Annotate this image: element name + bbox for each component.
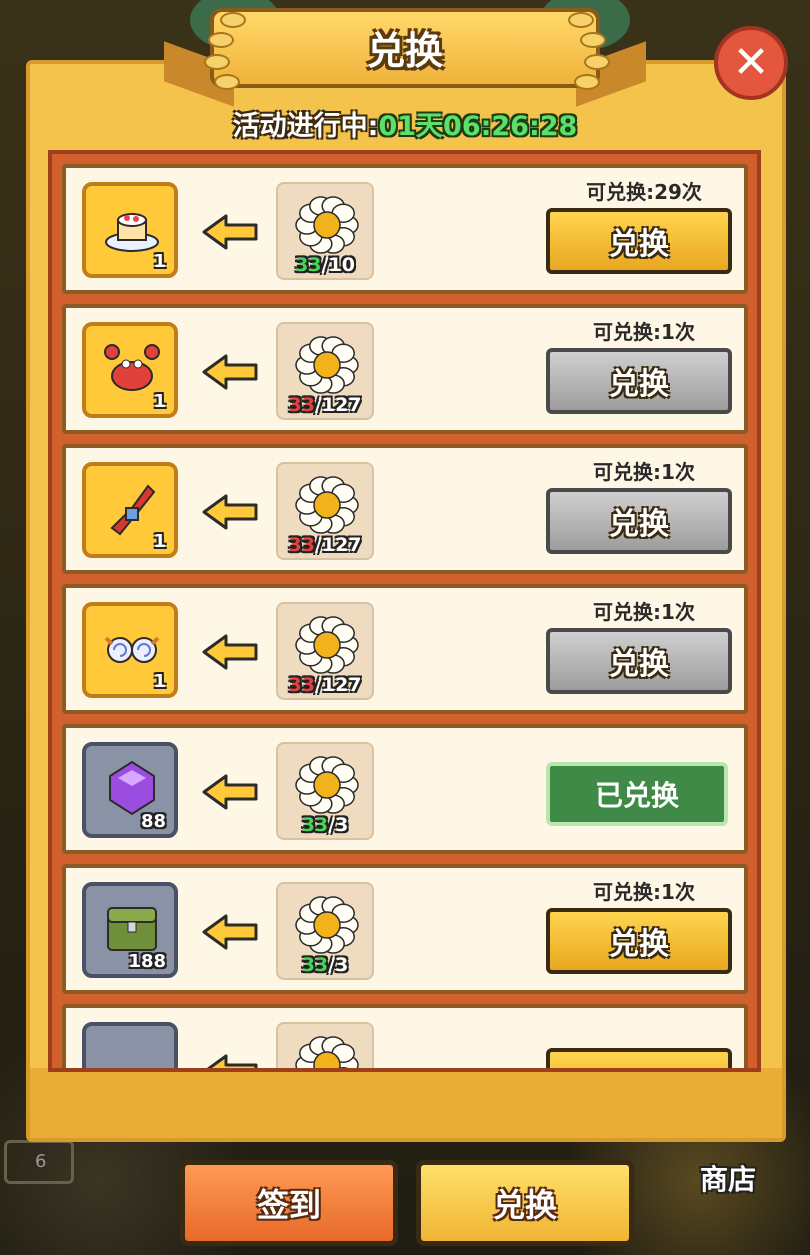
arrow-left-icon bbox=[200, 632, 260, 676]
reward-slot[interactable]: 188 bbox=[82, 882, 178, 978]
exchange-button[interactable] bbox=[546, 1048, 732, 1068]
exchange-limit: 可兑换:1次 bbox=[593, 880, 695, 904]
cost-need: /10 bbox=[321, 254, 355, 276]
cost-have: 33 bbox=[295, 254, 322, 276]
cost-ratio: 33/127 bbox=[278, 674, 372, 696]
cost-need: /127 bbox=[314, 534, 362, 556]
arrow-left-icon bbox=[200, 912, 260, 956]
title-banner: 兑换 bbox=[164, 0, 646, 112]
cost-ratio: 33/127 bbox=[278, 394, 372, 416]
cost-have: 33 bbox=[288, 534, 315, 556]
cost-need: /127 bbox=[314, 394, 362, 416]
timer-label: 活动进行中: bbox=[232, 111, 379, 142]
reward-slot[interactable]: 1 bbox=[82, 602, 178, 698]
side-slot[interactable]: 6 bbox=[4, 1140, 74, 1184]
exchange-button[interactable]: 兑换 bbox=[546, 488, 732, 554]
cost-slot[interactable]: 33/127 bbox=[276, 322, 374, 420]
cost-ratio: 33/10 bbox=[278, 254, 372, 276]
cost-slot[interactable]: 33/3 bbox=[276, 742, 374, 840]
green-chest-icon bbox=[102, 898, 162, 958]
cost-have: 33 bbox=[288, 674, 315, 696]
cost-ratio: 33/3 bbox=[278, 954, 372, 976]
redeemed-badge: 已兑换 bbox=[546, 762, 728, 826]
arrow-left-icon bbox=[200, 492, 260, 536]
cost-ratio: 33/127 bbox=[278, 534, 372, 556]
cost-have: 33 bbox=[288, 394, 315, 416]
exchange-button[interactable]: 兑换 bbox=[546, 208, 732, 274]
arrow-left-icon bbox=[200, 772, 260, 816]
reward-count: 1 bbox=[153, 531, 166, 552]
reward-count: 1 bbox=[153, 251, 166, 272]
exchange-button[interactable]: 兑换 bbox=[546, 628, 732, 694]
shop-button[interactable]: 商店 bbox=[700, 1158, 756, 1198]
exchange-row: 188 33/3 可兑换:1次兑换 bbox=[62, 864, 748, 994]
exchange-row: 88 33/3 已兑换 bbox=[62, 724, 748, 854]
dialog-title: 兑换 bbox=[366, 29, 443, 73]
side-slot-value: 6 bbox=[35, 1151, 47, 1172]
cost-need: /3 bbox=[328, 954, 349, 976]
timer-value: 01天06:26:28 bbox=[378, 111, 578, 142]
arrow-left-icon bbox=[200, 1052, 260, 1068]
spiral-glasses-icon bbox=[102, 618, 162, 678]
cost-need: /127 bbox=[314, 674, 362, 696]
arrow-left-icon bbox=[200, 212, 260, 256]
daisy-token-icon bbox=[292, 1032, 362, 1068]
close-x-icon: ✕ bbox=[732, 37, 770, 88]
cost-need: /3 bbox=[328, 814, 349, 836]
cost-slot[interactable]: 33/10 bbox=[276, 182, 374, 280]
reward-count: 88 bbox=[140, 811, 166, 832]
exchange-row: 1 33/127 可兑换:1次兑换 bbox=[62, 304, 748, 434]
event-timer: 活动进行中:01天06:26:28 bbox=[0, 104, 810, 143]
cost-have: 33 bbox=[301, 954, 329, 976]
exchange-button[interactable]: 兑换 bbox=[546, 348, 732, 414]
purple-gem-icon bbox=[102, 758, 162, 818]
panel-footer bbox=[30, 1068, 782, 1138]
reward-slot[interactable]: 1 bbox=[82, 182, 178, 278]
exchange-limit: 可兑换:1次 bbox=[593, 320, 695, 344]
exchange-row: 1 33/10 可兑换:29次兑换 bbox=[62, 164, 748, 294]
reward-count: 1 bbox=[153, 671, 166, 692]
reward-slot[interactable]: 88 bbox=[82, 742, 178, 838]
cost-slot[interactable]: 33/127 bbox=[276, 602, 374, 700]
cost-ratio: 33/3 bbox=[278, 814, 372, 836]
exchange-row: 1 33/127 可兑换:1次兑换 bbox=[62, 444, 748, 574]
claw-weapon-icon bbox=[102, 478, 162, 538]
reward-slot[interactable]: 1 bbox=[82, 322, 178, 418]
exchange-limit: 可兑换:1次 bbox=[593, 460, 695, 484]
exchange-list[interactable]: 1 33/10 可兑换:29次 兑换 1 33/127 可兑换:1次 兑换 1 33/127 可兑换… bbox=[48, 150, 761, 1072]
exchange-limit: 可兑换:29次 bbox=[586, 180, 702, 204]
exchange-limit: 可兑换:1次 bbox=[593, 600, 695, 624]
reward-count: 1 bbox=[153, 391, 166, 412]
exchange-button[interactable]: 兑换 bbox=[546, 908, 732, 974]
reward-count: 188 bbox=[128, 951, 166, 972]
arrow-left-icon bbox=[200, 352, 260, 396]
cost-slot[interactable] bbox=[276, 1022, 374, 1068]
exchange-row: 1 33/127 可兑换:1次兑换 bbox=[62, 584, 748, 714]
cost-have: 33 bbox=[301, 814, 329, 836]
tab-exchange[interactable]: 兑换 bbox=[416, 1160, 634, 1246]
cake-icon bbox=[102, 198, 162, 258]
tab-signin[interactable]: 签到 bbox=[180, 1160, 398, 1246]
cost-slot[interactable]: 33/127 bbox=[276, 462, 374, 560]
crab-icon bbox=[102, 338, 162, 398]
reward-slot[interactable] bbox=[82, 1022, 178, 1068]
reward-slot[interactable]: 1 bbox=[82, 462, 178, 558]
cost-slot[interactable]: 33/3 bbox=[276, 882, 374, 980]
close-button[interactable]: ✕ bbox=[714, 26, 788, 100]
exchange-row-partial bbox=[62, 1004, 748, 1068]
